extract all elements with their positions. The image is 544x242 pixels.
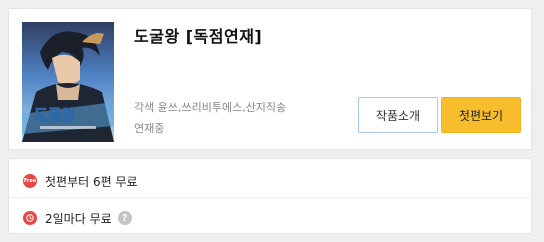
work-status: 연재중	[134, 122, 165, 135]
work-info-card: 도굴왕 도굴왕 [독점연재] 각색 윤쓰,쓰리비투에스,산지직송 연재중 작품소…	[8, 8, 532, 150]
cover-title-text: 도굴왕	[34, 106, 76, 124]
free-episodes-row: Free 첫편부터 6편 무료	[23, 171, 138, 191]
clock-badge-icon	[23, 211, 37, 225]
benefits-card: Free 첫편부터 6편 무료 2일마다 무료 ?	[8, 158, 532, 234]
free-badge-icon: Free	[23, 174, 37, 188]
clock-glyph	[26, 214, 34, 222]
cover-image[interactable]: 도굴왕	[22, 22, 114, 142]
first-episode-button[interactable]: 첫편보기	[441, 97, 521, 133]
intro-button[interactable]: 작품소개	[358, 97, 438, 133]
free-episodes-text: 첫편부터 6편 무료	[45, 174, 138, 189]
wait-free-row: 2일마다 무료 ?	[23, 208, 132, 228]
help-icon[interactable]: ?	[117, 211, 132, 225]
free-badge-label: Free	[23, 177, 37, 184]
work-title: 도굴왕 [독점연재]	[134, 27, 263, 46]
cover-art: 도굴왕	[22, 22, 114, 142]
divider	[9, 197, 531, 198]
wait-free-text: 2일마다 무료	[45, 211, 112, 226]
work-authors: 각색 윤쓰,쓰리비투에스,산지직송	[134, 101, 287, 114]
